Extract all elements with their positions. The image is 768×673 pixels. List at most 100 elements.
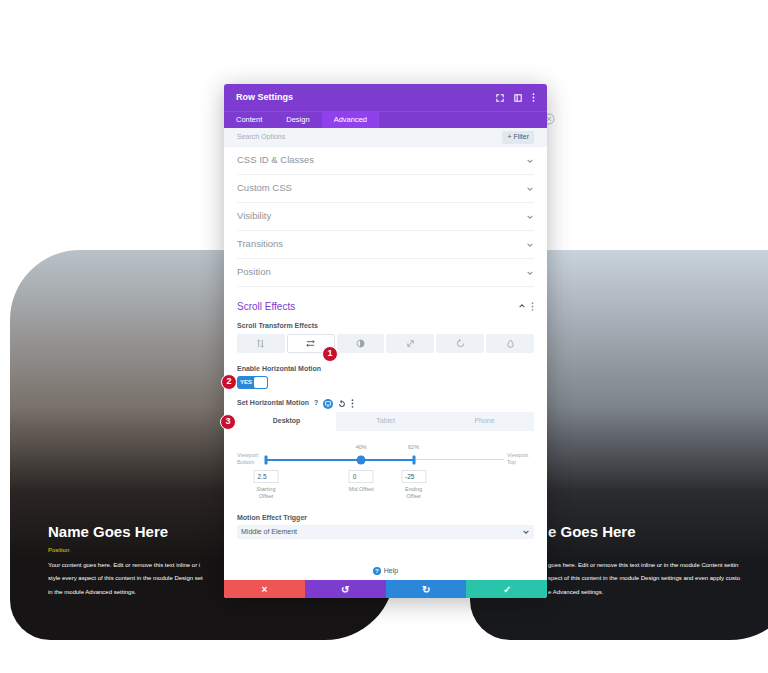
set-motion-row: Set Horizontal Motion? [237,398,534,409]
settings-section[interactable]: Position [237,259,534,287]
member-bio-line: goes here. Edit or remove this text inli… [548,559,768,573]
save-button[interactable]: ✓ [466,580,547,598]
toggle-knob [254,377,267,388]
settings-section[interactable]: Transitions [237,231,534,259]
settings-section[interactable]: Visibility [237,203,534,231]
help-toggle[interactable]: ? [314,398,318,409]
reset-svg [338,400,346,408]
modal-title: Row Settings [236,91,293,105]
effect-button[interactable] [337,334,385,353]
modal-tab[interactable]: Design [274,112,321,128]
effect-button[interactable] [486,334,534,353]
effect-svg [306,339,315,348]
slider-handle[interactable] [265,455,268,464]
device-tabs: Desktop Tablet Phone [237,412,534,431]
expand-icon[interactable] [496,94,504,102]
modal-header: Row Settings [224,84,547,111]
help-icon: ? [373,567,381,575]
scale-icon [406,339,415,348]
fade-icon [356,339,365,348]
modal-tab[interactable]: Content [224,112,274,128]
action-buttons: × ↺ ↻ ✓ [224,580,547,598]
member-name: Name Goes Here [48,523,222,541]
undo-button[interactable]: ↺ [305,580,386,598]
redo-button[interactable]: ↻ [386,580,467,598]
step-badge: 1 [322,346,338,362]
dots-svg [532,93,535,102]
reset-icon[interactable] [338,400,346,408]
field-label: Set Horizontal Motion [237,398,309,409]
search-row: + Filter [224,128,547,147]
chevron-down-svg [526,213,534,221]
slider-handle[interactable] [357,455,366,464]
chevron-down-icon [526,269,534,277]
effect-button[interactable] [386,334,434,353]
button-label: ↻ [422,582,430,597]
chevron-down-icon [522,528,530,536]
section-controls [518,302,534,311]
dots-svg [531,302,534,311]
chevron-down-icon [526,157,534,165]
tab-label: Advanced [334,114,367,125]
offset-input[interactable]: 2.5 [254,470,279,483]
member-name: e Goes Here [548,523,768,541]
section-title: Scroll Effects [237,299,295,314]
slider-handle[interactable] [412,455,415,464]
motion-slider: Viewport BottomViewport Top2.5Starting O… [237,436,534,511]
slider-start-label: Viewport Bottom [237,452,265,466]
settings-section[interactable]: Custom CSS [237,175,534,203]
sidebar-icon[interactable] [514,94,522,102]
scroll-effects-header[interactable]: Scroll Effects [237,299,534,313]
desktop-svg [323,399,333,409]
section-label: Position [237,265,271,279]
effect-button[interactable] [237,334,285,353]
desktop-icon[interactable] [323,399,333,409]
member-position: Position [48,545,222,555]
spacer [548,541,768,559]
trigger-select[interactable]: Middle of Element [237,525,534,539]
button-label: ✓ [503,582,511,597]
device-label: Desktop [273,416,301,427]
slider-end-label: Viewport Top [507,452,531,466]
sidebar-svg [514,94,522,102]
toggle-label: YES [240,378,252,387]
offset-input[interactable]: -25 [401,470,426,483]
field-label: Motion Effect Trigger [237,513,534,522]
chevron-down-icon [526,241,534,249]
header-icons [496,93,535,102]
modal-tab[interactable]: Advanced [322,112,379,128]
chevron-down-svg [522,528,530,536]
settings-section[interactable]: CSS ID & Classes [237,147,534,175]
modal-footer: ?Help×↺↻✓ [224,562,547,598]
offset-caption: Mid Offset [346,486,376,493]
section-label: Visibility [237,209,271,223]
chevron-down-icon [526,185,534,193]
expand-svg [496,94,504,102]
select-value: Middle of Element [241,527,297,538]
motion-toggle[interactable]: YES [237,376,268,389]
discard-button[interactable]: × [224,580,305,598]
device-tab[interactable]: Desktop [237,412,336,431]
vertical-motion-icon [256,339,265,348]
chevron-down-svg [526,185,534,193]
tab-label: Design [286,114,309,125]
device-tab[interactable]: Tablet [336,412,435,431]
device-tab[interactable]: Phone [435,412,534,431]
effect-svg [456,339,465,348]
filter-button[interactable]: + Filter [502,131,534,144]
effect-button[interactable] [436,334,484,353]
more-icon[interactable] [531,302,534,311]
step-badge: 2 [221,374,237,390]
page: Name Goes HerePositionYour content goes … [0,0,768,673]
button-label: ↺ [341,582,349,597]
more-icon[interactable] [532,93,535,102]
device-label: Tablet [376,416,395,427]
offset-input[interactable]: 0 [349,470,374,483]
more-icon[interactable] [351,399,354,408]
help-link[interactable]: ?Help [224,562,547,580]
card-text: Name Goes HerePositionYour content goes … [48,523,222,600]
member-bio-line: e Advanced settings. [548,586,768,600]
help-label: Help [384,566,398,577]
search-input[interactable] [237,132,496,143]
offset-value: 2.5 [258,472,267,482]
